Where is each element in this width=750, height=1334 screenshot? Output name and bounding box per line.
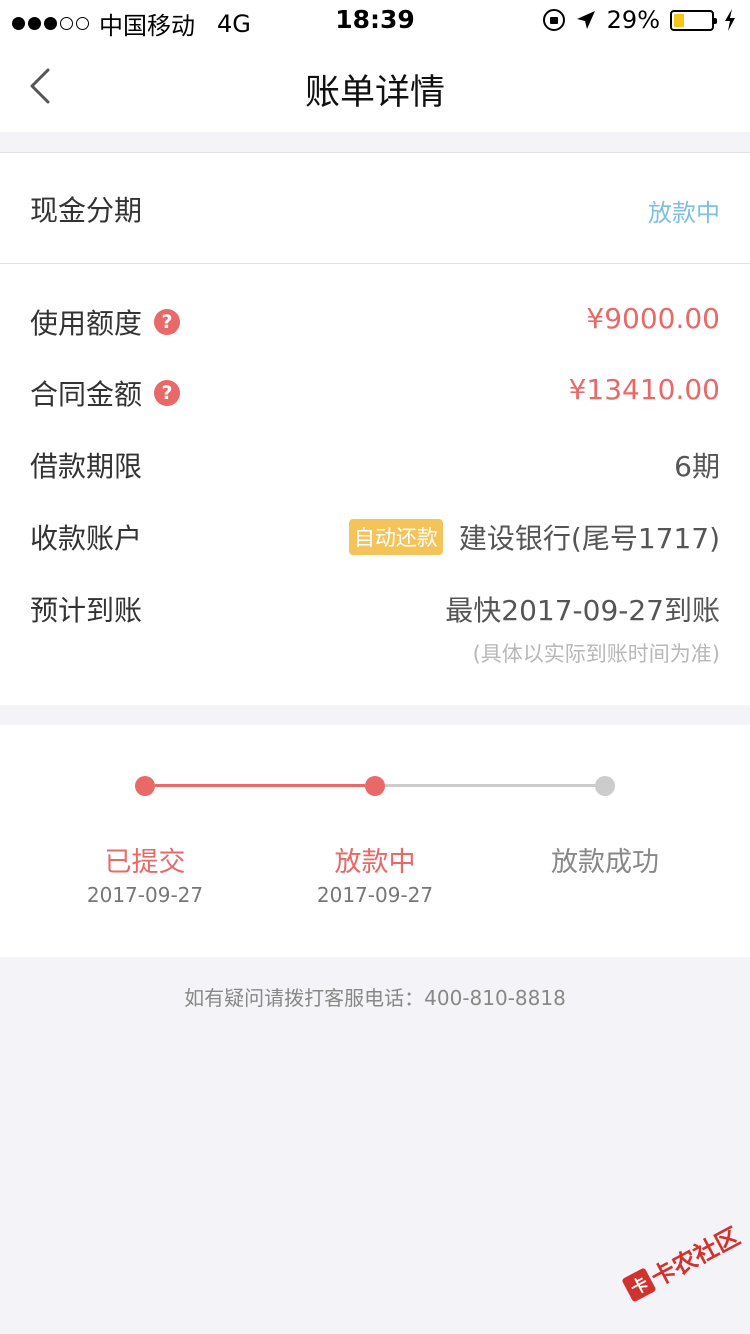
detail-row-arrival: 预计到账 最快2017-09-27到账	[0, 589, 750, 639]
battery-percentage: 29%	[606, 6, 660, 34]
details-card: 使用额度 ? ¥9000.00 合同金额 ? ¥13410.00 借款期限 6期…	[0, 264, 750, 705]
progress-line-pending	[385, 784, 595, 787]
loan-status: 放款中	[648, 199, 720, 227]
quota-label-wrap: 使用额度 ?	[30, 302, 181, 342]
customer-service-hint: 如有疑问请拨打客服电话：400-810-8818	[184, 986, 566, 1010]
detail-row-term: 借款期限 6期	[0, 445, 750, 495]
step-label-success: 放款成功	[551, 847, 659, 878]
quota-value: ¥9000.00	[586, 302, 720, 335]
step-label-submitted: 已提交	[104, 847, 186, 878]
contract-label-wrap: 合同金额 ?	[30, 373, 181, 413]
arrival-value: 最快2017-09-27到账	[445, 594, 720, 627]
step-date-submitted: 2017-09-27	[86, 883, 204, 907]
step-date-disbursing: 2017-09-27	[316, 883, 434, 907]
location-arrow-icon	[576, 11, 595, 29]
progress-step-dot	[365, 776, 385, 796]
term-value: 6期	[674, 450, 720, 483]
arrival-label: 预计到账	[30, 594, 143, 627]
step-label-disbursing: 放款中	[334, 847, 416, 878]
progress-step-dot	[595, 776, 615, 796]
page-title: 账单详情	[304, 73, 445, 113]
account-label: 收款账户	[30, 522, 143, 555]
account-value: 建设银行(尾号1717)	[458, 522, 720, 555]
quota-label: 使用额度	[30, 307, 143, 340]
help-icon[interactable]: ?	[154, 309, 181, 335]
battery-fill	[674, 13, 684, 27]
arrival-note: (具体以实际到账时间为准)	[472, 642, 720, 666]
detail-row-account: 收款账户 自动还款 建设银行(尾号1717)	[0, 517, 750, 567]
progress-step-dot	[135, 776, 155, 796]
contract-value: ¥13410.00	[568, 373, 720, 406]
detail-row-contract: 合同金额 ? ¥13410.00	[0, 373, 750, 423]
charging-bolt-icon	[725, 9, 735, 31]
progress-line-done	[155, 784, 365, 787]
product-card: 现金分期 放款中	[0, 152, 750, 264]
auto-repay-badge: 自动还款	[348, 519, 443, 555]
term-label: 借款期限	[30, 450, 143, 483]
status-bar: 中国移动 4G 18:39 29%	[0, 0, 750, 40]
nav-bar: 账单详情	[0, 40, 750, 132]
battery-icon	[670, 9, 717, 31]
rotation-lock-icon	[542, 9, 565, 31]
help-icon[interactable]: ?	[154, 380, 181, 406]
watermark: 卡 卡农社区	[619, 1217, 745, 1306]
status-right: 29%	[542, 6, 736, 34]
detail-row-quota: 使用额度 ? ¥9000.00	[0, 302, 750, 352]
account-value-wrap: 自动还款 建设银行(尾号1717)	[348, 517, 720, 557]
product-name: 现金分期	[30, 194, 143, 227]
watermark-text: 卡农社区	[646, 1222, 745, 1293]
contract-label: 合同金额	[30, 378, 143, 411]
